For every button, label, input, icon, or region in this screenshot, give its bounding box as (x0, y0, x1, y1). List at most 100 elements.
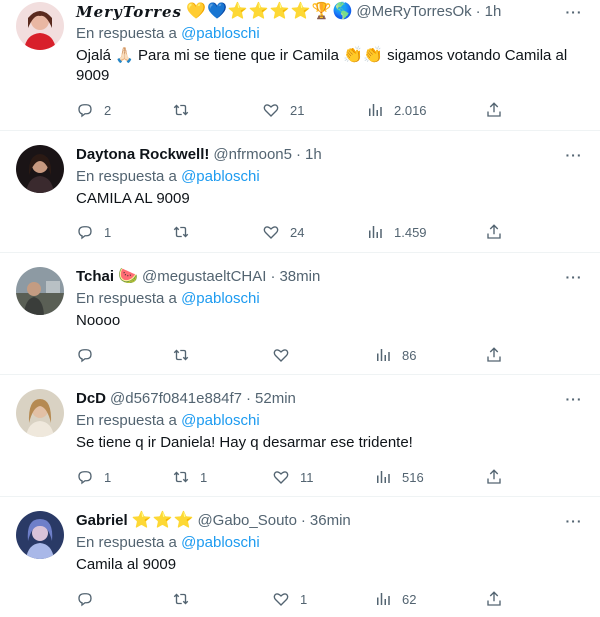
user-handle[interactable]: @megustaeltCHAI (142, 267, 266, 287)
avatar[interactable] (16, 389, 64, 437)
reply-icon (78, 471, 92, 485)
views-count: 516 (402, 469, 424, 485)
fruit-emoji: 🍉 (118, 268, 138, 285)
more-options-button[interactable]: ··· (564, 2, 584, 22)
clap-emoji: 👏 (363, 47, 383, 64)
tweet-text: Camila al 9009 (76, 556, 177, 573)
reply-tweet-2[interactable]: Daytona Rockwell! @nfrmoon5 · 1h ··· En … (0, 131, 600, 253)
share-icon (487, 347, 501, 362)
display-name[interactable]: Gabriel (76, 511, 128, 531)
user-handle[interactable]: @d567f0841e884f7 (110, 389, 242, 409)
separator-dot: · (475, 3, 481, 20)
views-count: 2.016 (394, 102, 427, 118)
separator-dot: · (295, 146, 301, 163)
heart-icon (263, 104, 279, 117)
more-options-button[interactable]: ··· (564, 145, 584, 165)
share-button[interactable] (485, 222, 503, 242)
tweet-actions: 1 1 11 516 (76, 467, 584, 487)
views-count: 62 (402, 591, 417, 607)
timestamp[interactable]: 38min (279, 267, 320, 287)
more-icon: ··· (565, 513, 583, 529)
avatar[interactable] (16, 267, 64, 315)
more-icon: ··· (565, 4, 583, 20)
tweet-actions: 86 (76, 345, 584, 365)
like-button[interactable]: 11 (272, 467, 314, 487)
retweet-icon (173, 226, 189, 238)
reply-tweet-4[interactable]: DcD @d567f0841e884f7 · 52min ··· En resp… (0, 375, 600, 497)
name-emoji-badges: 🍉 (118, 268, 138, 286)
mention-link[interactable]: @pabloschi (181, 168, 260, 185)
heart-icon (273, 593, 289, 606)
retweet-button[interactable] (172, 589, 200, 609)
replying-to-label: En respuesta a (76, 412, 177, 429)
reply-button[interactable] (76, 589, 104, 609)
retweet-icon (173, 593, 189, 605)
tweet-actions: 1 62 (76, 589, 584, 609)
name-emoji-badges: 💛 💙 ⭐ ⭐ ⭐ ⭐ 🏆 🌎 (186, 3, 352, 21)
reply-count: 2 (104, 102, 112, 118)
reply-icon (78, 593, 92, 607)
reply-tweet-5[interactable]: Gabriel ⭐ ⭐ ⭐ @Gabo_Souto · 36min ··· En… (0, 497, 600, 617)
reply-tweet-3[interactable]: Tchai 🍉 @megustaeltCHAI · 38min ··· En r… (0, 253, 600, 375)
more-options-button[interactable]: ··· (564, 511, 584, 531)
like-button[interactable]: 21 (262, 100, 304, 120)
heart-icon (263, 226, 279, 239)
replying-to-label: En respuesta a (76, 534, 177, 551)
reply-tweet-1[interactable]: MeryTorres 💛 💙 ⭐ ⭐ ⭐ ⭐ 🏆 🌎 @MeRyTorresOk… (0, 0, 600, 131)
separator-dot: · (270, 268, 276, 285)
reply-button[interactable]: 1 (76, 222, 111, 242)
share-button[interactable] (485, 589, 503, 609)
star-emoji: ⭐ (248, 3, 269, 20)
reply-icon (78, 349, 92, 363)
mention-link[interactable]: @pabloschi (181, 412, 260, 429)
reply-count: 1 (104, 224, 112, 240)
timestamp[interactable]: 52min (255, 389, 296, 409)
views-button[interactable]: 62 (374, 589, 416, 609)
share-button[interactable] (485, 467, 503, 487)
avatar[interactable] (16, 511, 64, 559)
mention-link[interactable]: @pabloschi (181, 534, 260, 551)
more-options-button[interactable]: ··· (564, 267, 584, 287)
mention-link[interactable]: @pabloschi (181, 25, 260, 42)
user-handle[interactable]: @nfrmoon5 (213, 145, 292, 165)
views-icon (377, 349, 390, 361)
star-emoji: ⭐ (152, 512, 173, 529)
display-name[interactable]: Tchai (76, 267, 114, 287)
timestamp[interactable]: 1h (305, 145, 322, 165)
retweet-button[interactable] (172, 345, 200, 365)
views-button[interactable]: 516 (374, 467, 424, 487)
share-button[interactable] (485, 345, 503, 365)
display-name[interactable]: MeryTorres (76, 2, 182, 22)
more-icon: ··· (565, 147, 583, 163)
views-button[interactable]: 86 (374, 345, 416, 365)
retweet-count: 1 (200, 469, 208, 485)
like-button[interactable]: 1 (272, 589, 307, 609)
retweet-button[interactable]: 1 (172, 467, 207, 487)
user-handle[interactable]: @MeRyTorresOk (356, 2, 471, 22)
reply-button[interactable]: 1 (76, 467, 111, 487)
avatar[interactable] (16, 2, 64, 50)
reply-button[interactable] (76, 345, 104, 365)
more-options-button[interactable]: ··· (564, 389, 584, 409)
avatar[interactable] (16, 145, 64, 193)
star-emoji: ⭐ (131, 512, 152, 529)
replying-to: En respuesta a @pabloschi (76, 411, 260, 431)
tweet-text: Noooo (76, 312, 121, 329)
retweet-button[interactable] (172, 100, 200, 120)
star-emoji: ⭐ (227, 3, 248, 20)
display-name[interactable]: Daytona Rockwell! (76, 145, 209, 165)
user-handle[interactable]: @Gabo_Souto (197, 511, 296, 531)
mention-link[interactable]: @pabloschi (181, 290, 260, 307)
share-button[interactable] (485, 100, 503, 120)
views-button[interactable]: 1.459 (366, 222, 427, 242)
display-name[interactable]: DcD (76, 389, 106, 409)
replying-to: En respuesta a @pabloschi (76, 167, 260, 187)
separator-dot: · (246, 390, 252, 407)
timestamp[interactable]: 36min (310, 511, 351, 531)
like-button[interactable] (272, 345, 300, 365)
reply-button[interactable]: 2 (76, 100, 111, 120)
like-button[interactable]: 24 (262, 222, 304, 242)
timestamp[interactable]: 1h (485, 2, 502, 22)
views-button[interactable]: 2.016 (366, 100, 427, 120)
retweet-button[interactable] (172, 222, 200, 242)
